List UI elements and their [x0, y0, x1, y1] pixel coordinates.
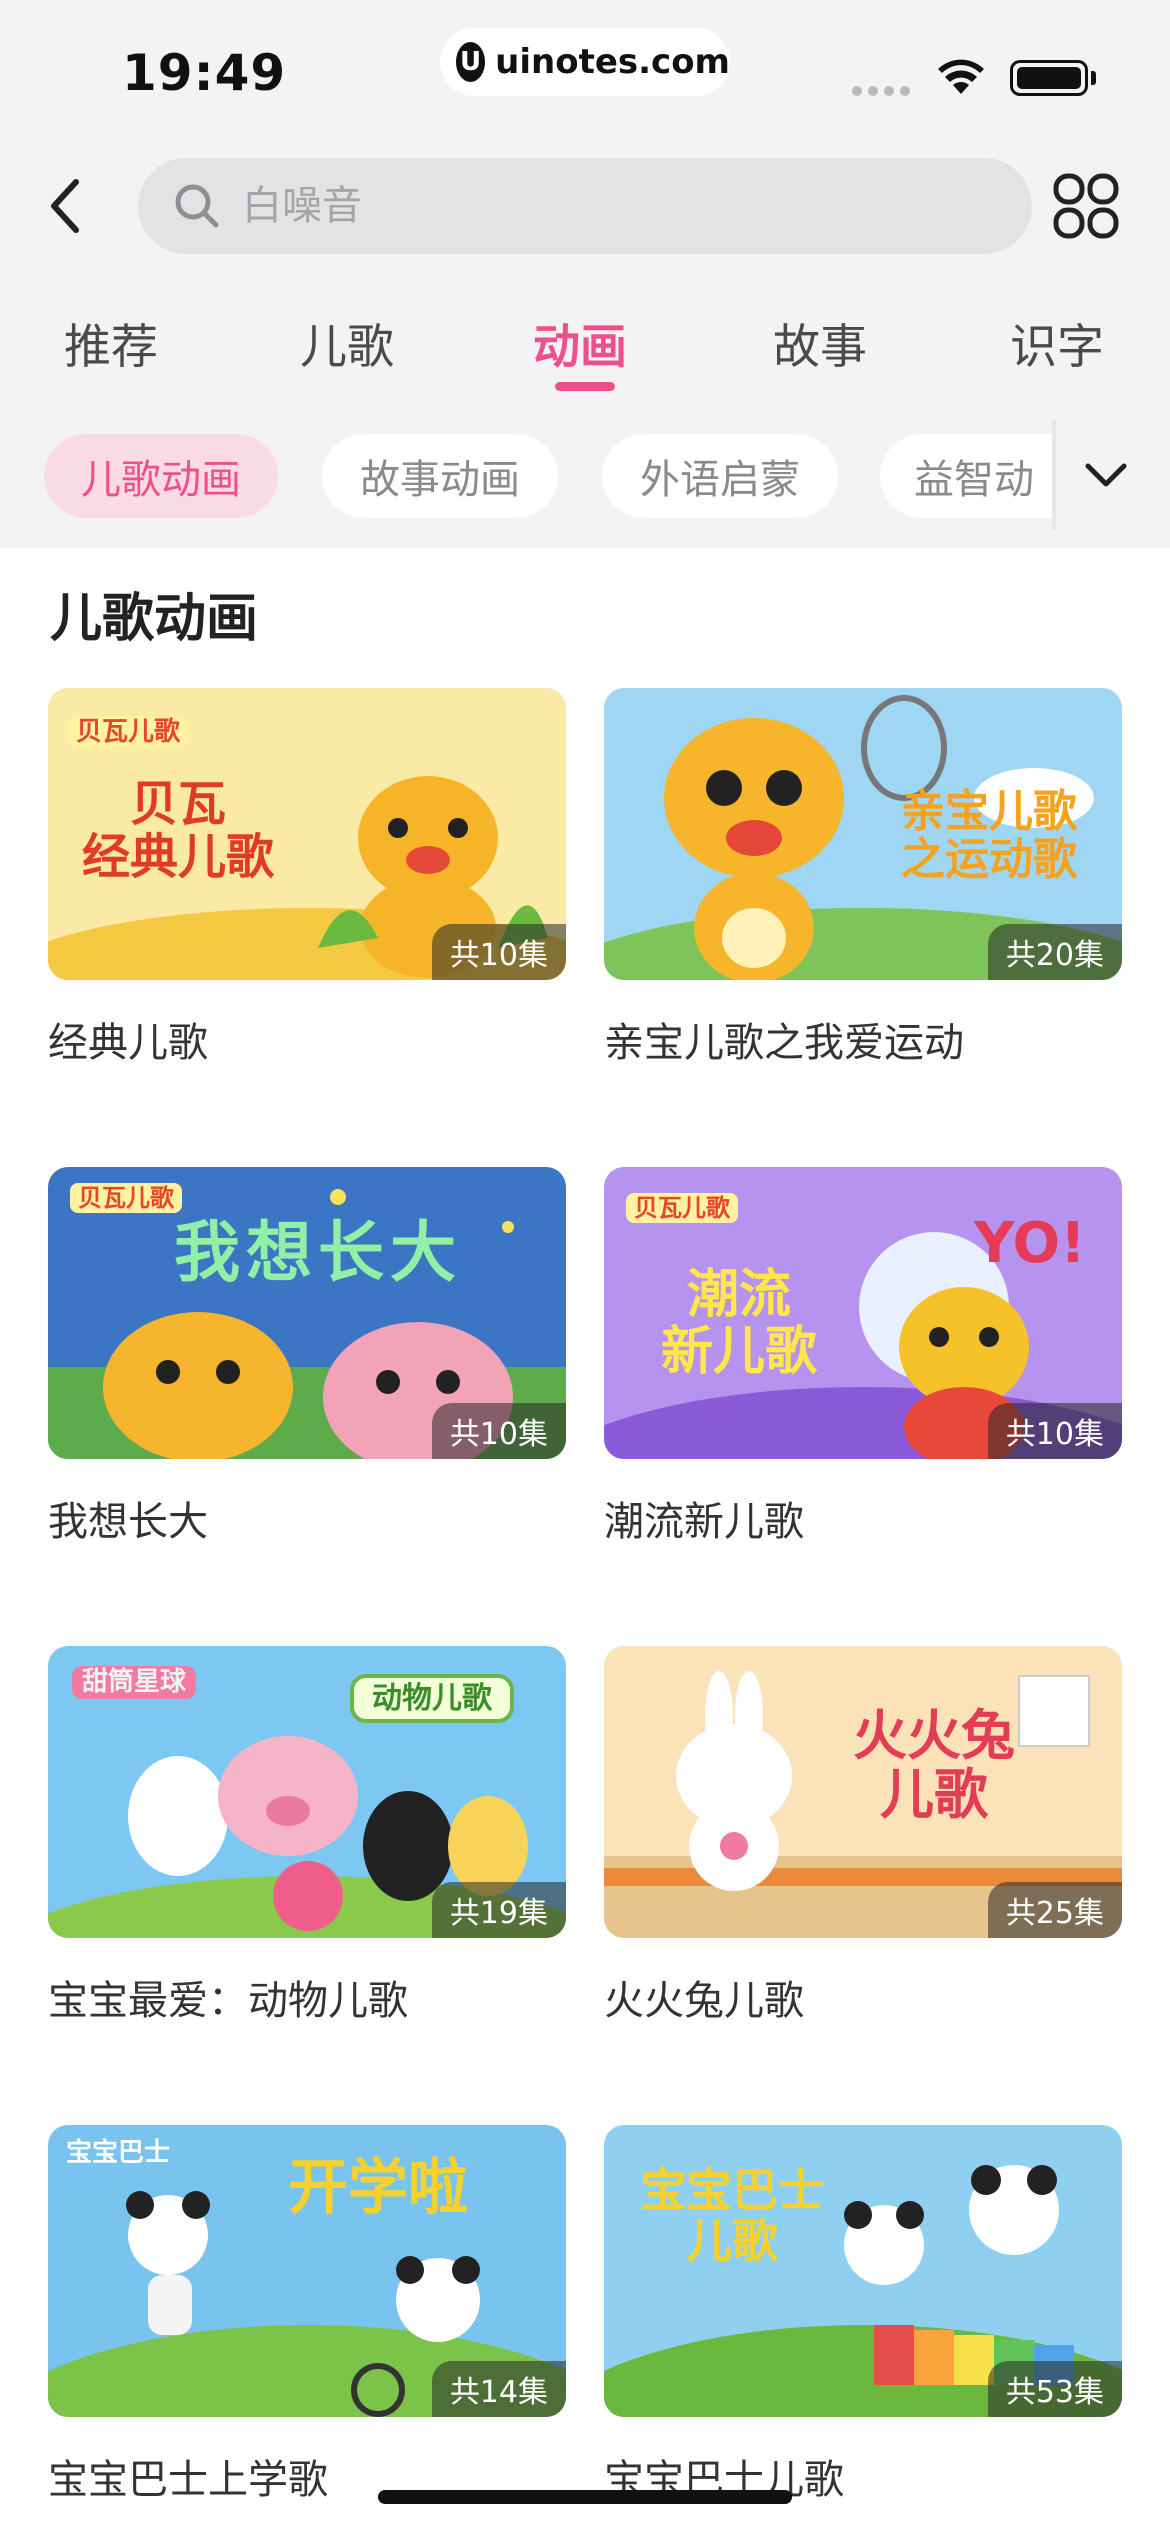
section-title: 儿歌动画	[50, 589, 259, 649]
episode-count: 共14集	[449, 2375, 548, 2410]
episode-count-badge: 共20集	[987, 924, 1122, 980]
tab-songs[interactable]: 儿歌	[300, 308, 394, 377]
url-text: uinotes.com	[495, 42, 730, 82]
chevron-left-icon	[51, 179, 79, 233]
content-card[interactable]: 甜筒星球 动物儿歌 共19集 宝宝最爱：动物儿歌	[48, 1646, 566, 2026]
chip-song-animation[interactable]: 儿歌动画	[44, 434, 278, 518]
card-thumbnail: 亲宝儿歌 之运动歌 共20集	[604, 688, 1122, 980]
card-title: 火火兔儿歌	[604, 1978, 804, 2024]
tab-stories[interactable]: 故事	[773, 308, 867, 377]
card-thumbnail: 甜筒星球 动物儿歌 共19集	[48, 1646, 566, 1938]
brand-label: 甜筒星球	[72, 1666, 197, 1699]
episode-count-badge: 共10集	[431, 924, 566, 980]
back-button[interactable]	[36, 170, 96, 242]
card-title: 潮流新儿歌	[604, 1499, 804, 1545]
card-thumbnail: 贝瓦儿歌 我想长大 共10集	[48, 1167, 566, 1459]
content-card[interactable]: 宝宝巴士 开学啦 共14集 宝宝巴士上学歌	[48, 2125, 566, 2505]
chip-divider	[1052, 420, 1056, 530]
content-card[interactable]: 宝宝巴士 儿歌 共53集 宝宝巴士儿歌	[604, 2125, 1122, 2505]
chip-story-animation[interactable]: 故事动画	[322, 434, 558, 518]
search-bar[interactable]	[138, 158, 1032, 254]
content-card[interactable]: 火火兔 儿歌 共25集 火火兔儿歌	[604, 1646, 1122, 2026]
status-time: 19:49	[122, 44, 287, 102]
home-indicator[interactable]	[378, 2490, 792, 2504]
content-card[interactable]: 贝瓦儿歌 贝瓦 经典儿歌 共10集 经典儿歌	[48, 688, 566, 1068]
battery-icon	[1010, 60, 1088, 96]
episode-count-badge: 共53集	[987, 2361, 1122, 2417]
thumb-title: 潮流 新儿歌	[660, 1265, 817, 1383]
episode-count-badge: 共19集	[431, 1882, 566, 1938]
episode-count-badge: 共10集	[431, 1403, 566, 1459]
search-icon	[175, 184, 219, 228]
thumb-title: 火火兔 儿歌	[853, 1704, 1015, 1827]
card-title: 我想长大	[48, 1499, 208, 1545]
card-title: 亲宝儿歌之我爱运动	[604, 1020, 964, 1066]
episode-count-badge: 共14集	[431, 2361, 566, 2417]
episode-count: 共25集	[1005, 1896, 1104, 1931]
brand-label: 贝瓦儿歌	[626, 1193, 738, 1224]
signal-icon	[852, 86, 910, 96]
episode-count: 共20集	[1005, 938, 1104, 973]
thumb-title: 动物儿歌	[350, 1674, 514, 1723]
svg-text:YO!: YO!	[973, 1211, 1086, 1276]
tab-animation[interactable]: 动画	[533, 308, 627, 377]
episode-count: 共10集	[449, 938, 548, 973]
thumb-title: 宝宝巴士 儿歌	[640, 2163, 824, 2268]
wifi-icon	[938, 59, 984, 94]
card-thumbnail: 宝宝巴士 开学啦 共14集	[48, 2125, 566, 2417]
episode-count: 共53集	[1005, 2375, 1104, 2410]
uinotes-logo-icon: U	[456, 42, 486, 82]
card-thumbnail: 贝瓦儿歌 贝瓦 经典儿歌 共10集	[48, 688, 566, 980]
thumb-title: 开学啦	[288, 2153, 468, 2223]
card-thumbnail: 火火兔 儿歌 共25集	[604, 1646, 1122, 1938]
expand-chips-button[interactable]	[1078, 454, 1134, 498]
chip-puzzle-animation[interactable]: 益智动	[880, 434, 1056, 518]
brand-label: 宝宝巴士	[66, 2138, 171, 2168]
content-card[interactable]: 亲宝儿歌 之运动歌 共20集 亲宝儿歌之我爱运动	[604, 688, 1122, 1068]
content-card[interactable]: YO! 贝瓦儿歌 潮流 新儿歌 共10集 潮流新儿歌	[604, 1167, 1122, 1547]
card-title: 宝宝最爱：动物儿歌	[48, 1978, 408, 2024]
thumb-title: 贝瓦 经典儿歌	[81, 776, 274, 885]
card-title: 经典儿歌	[48, 1020, 208, 1066]
thumb-title: 亲宝儿歌 之运动歌	[901, 786, 1077, 886]
battery-tip	[1091, 71, 1096, 85]
card-thumbnail: YO! 贝瓦儿歌 潮流 新儿歌 共10集	[604, 1167, 1122, 1459]
brand-label: 贝瓦儿歌	[68, 716, 189, 749]
chip-clip: 益智动	[880, 434, 1056, 518]
episode-count: 共19集	[449, 1896, 548, 1931]
episode-count-badge: 共25集	[987, 1882, 1122, 1938]
chip-language-enlightenment[interactable]: 外语启蒙	[602, 434, 838, 518]
search-input[interactable]	[242, 183, 942, 229]
tab-recommend[interactable]: 推荐	[64, 308, 158, 377]
card-thumbnail: 宝宝巴士 儿歌 共53集	[604, 2125, 1122, 2417]
brand-label: 贝瓦儿歌	[70, 1183, 182, 1214]
url-pill: U uinotes.com	[440, 28, 730, 96]
tab-literacy[interactable]: 识字	[1010, 308, 1104, 377]
episode-count: 共10集	[449, 1417, 548, 1452]
episode-count-badge: 共10集	[987, 1403, 1122, 1459]
category-tabs: 推荐 儿歌 动画 故事 识字	[0, 296, 1170, 406]
tab-active-indicator	[555, 382, 615, 391]
grid-icon[interactable]	[1052, 172, 1120, 240]
chevron-down-icon	[1085, 463, 1127, 487]
episode-count: 共10集	[1005, 1417, 1104, 1452]
content-card[interactable]: 贝瓦儿歌 我想长大 共10集 我想长大	[48, 1167, 566, 1547]
thumb-title: 我想长大	[174, 1214, 462, 1291]
